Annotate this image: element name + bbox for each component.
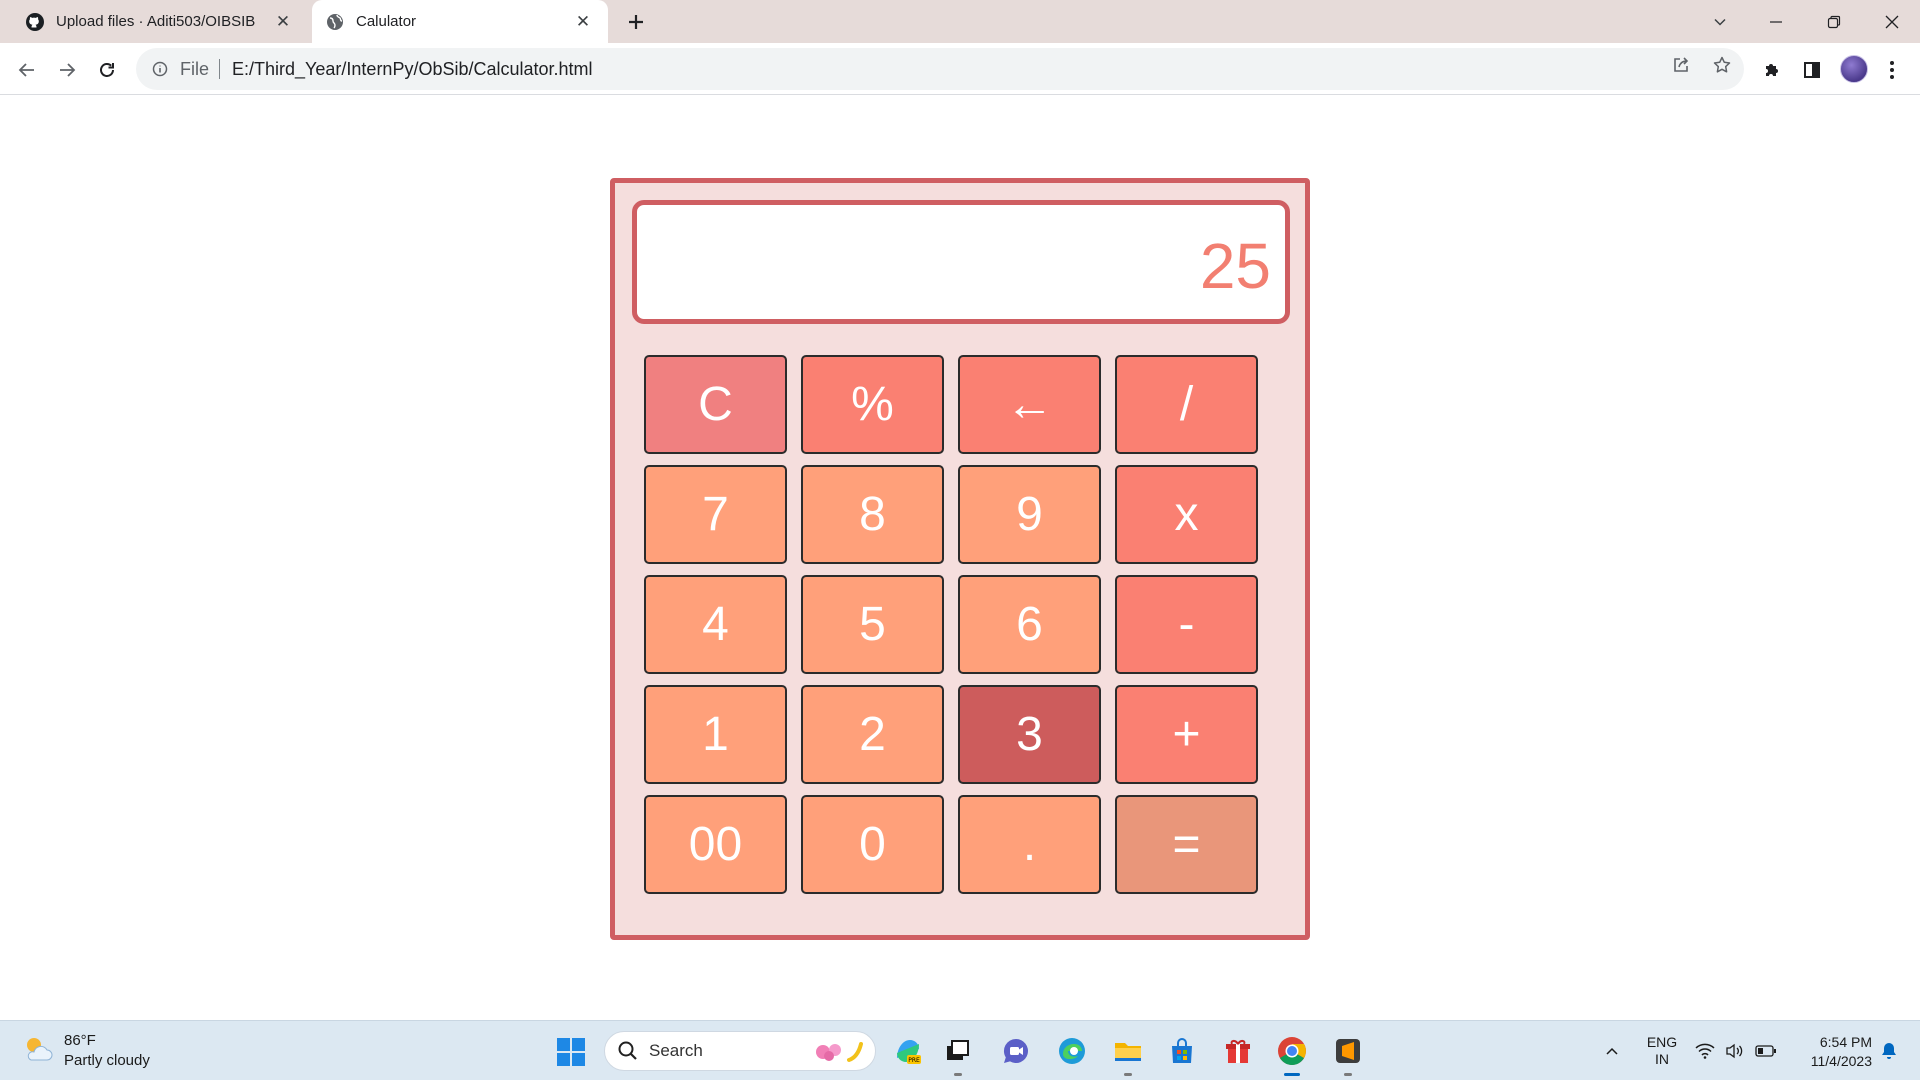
wifi-icon[interactable] — [1692, 1021, 1718, 1080]
microsoft-store-icon[interactable] — [1164, 1033, 1200, 1069]
search-placeholder: Search — [649, 1041, 703, 1060]
menu-kebab-icon[interactable] — [1880, 58, 1904, 82]
partly-cloudy-icon — [22, 1034, 54, 1069]
divide-button[interactable]: / — [1115, 355, 1258, 454]
back-button[interactable] — [12, 55, 42, 85]
svg-text:PRE: PRE — [908, 1057, 920, 1064]
info-icon[interactable] — [150, 59, 170, 79]
github-icon — [24, 11, 46, 33]
bookmark-star-icon[interactable] — [1711, 54, 1733, 76]
side-panel-icon[interactable] — [1800, 58, 1824, 82]
percent-button[interactable]: % — [801, 355, 944, 454]
battery-icon[interactable] — [1752, 1021, 1780, 1080]
running-indicator — [1124, 1073, 1132, 1076]
extensions-puzzle-icon[interactable] — [1760, 58, 1784, 82]
reload-button[interactable] — [92, 55, 122, 85]
display-value: 25 — [1199, 230, 1271, 302]
weather-condition: Partly cloudy — [64, 1052, 150, 1069]
windows-taskbar: 86°F Partly cloudy Search PRE ENG IN 6:5… — [0, 1020, 1920, 1080]
system-clock[interactable]: 6:54 PM 11/4/2023 — [1790, 1033, 1872, 1071]
language-code: ENG — [1646, 1034, 1678, 1050]
calculator: 25 C % ← / 7 8 9 x 4 5 6 - 1 2 3 + 00 0 … — [610, 178, 1310, 940]
address-separator — [219, 59, 221, 79]
tab-title: Upload files · Aditi503/OIBSIB — [56, 13, 256, 30]
globe-icon — [324, 11, 346, 33]
running-indicator — [954, 1073, 962, 1076]
minimize-button[interactable] — [1748, 0, 1804, 43]
input-language-indicator[interactable]: ENG IN — [1640, 1021, 1684, 1080]
share-icon[interactable] — [1670, 54, 1692, 76]
teams-chat-icon[interactable] — [998, 1033, 1034, 1069]
search-icon — [617, 1040, 639, 1062]
tab-strip: Upload files · Aditi503/OIBSIB ✕ Calulat… — [0, 0, 1920, 43]
forward-button[interactable] — [52, 55, 82, 85]
taskbar-search-box[interactable]: Search — [604, 1031, 876, 1071]
volume-icon[interactable] — [1722, 1021, 1748, 1080]
calculator-display: 25 — [632, 200, 1290, 324]
digit-3-button[interactable]: 3 — [958, 685, 1101, 784]
tab-search-chevron-icon[interactable] — [1692, 0, 1748, 43]
weather-temp: 86°F — [64, 1032, 96, 1049]
close-tab-icon[interactable]: ✕ — [272, 11, 294, 33]
notification-bell-icon[interactable] — [1876, 1021, 1902, 1080]
tab-calculator[interactable]: Calulator ✕ — [312, 0, 608, 43]
gift-app-icon[interactable] — [1220, 1033, 1256, 1069]
page-content: 25 C % ← / 7 8 9 x 4 5 6 - 1 2 3 + 00 0 … — [0, 96, 1920, 1020]
running-indicator — [1344, 1073, 1352, 1076]
backspace-button[interactable]: ← — [958, 355, 1101, 454]
browser-toolbar: File E:/Third_Year/InternPy/ObSib/Calcul… — [0, 43, 1920, 95]
copilot-preview-icon[interactable]: PRE — [890, 1033, 926, 1069]
address-bar[interactable]: File E:/Third_Year/InternPy/ObSib/Calcul… — [136, 48, 1744, 90]
digit-0-button[interactable]: 0 — [801, 795, 944, 894]
digit-7-button[interactable]: 7 — [644, 465, 787, 564]
equals-button[interactable]: = — [1115, 795, 1258, 894]
url-text[interactable]: E:/Third_Year/InternPy/ObSib/Calculator.… — [232, 59, 1744, 80]
active-indicator — [1284, 1073, 1300, 1076]
scheme-label: File — [180, 58, 210, 79]
weather-widget[interactable]: 86°F Partly cloudy — [22, 1031, 150, 1071]
search-highlight-flowers-icon — [811, 1040, 867, 1069]
profile-avatar[interactable] — [1840, 55, 1868, 83]
tab-upload-files[interactable]: Upload files · Aditi503/OIBSIB ✕ — [0, 0, 308, 43]
file-explorer-icon[interactable] — [1110, 1033, 1146, 1076]
digit-8-button[interactable]: 8 — [801, 465, 944, 564]
windows-start-icon[interactable] — [556, 1037, 586, 1067]
multiply-button[interactable]: x — [1115, 465, 1258, 564]
clock-time: 6:54 PM — [1819, 1034, 1872, 1050]
add-button[interactable]: + — [1115, 685, 1258, 784]
subtract-button[interactable]: - — [1115, 575, 1258, 674]
digit-5-button[interactable]: 5 — [801, 575, 944, 674]
close-tab-icon[interactable]: ✕ — [572, 11, 594, 33]
digit-6-button[interactable]: 6 — [958, 575, 1101, 674]
restore-button[interactable] — [1806, 0, 1862, 43]
clock-date: 11/4/2023 — [1810, 1053, 1872, 1069]
double-zero-button[interactable]: 00 — [644, 795, 787, 894]
region-code: IN — [1655, 1051, 1669, 1067]
digit-9-button[interactable]: 9 — [958, 465, 1101, 564]
task-view-icon[interactable] — [940, 1033, 976, 1076]
decimal-point-button[interactable]: . — [958, 795, 1101, 894]
digit-2-button[interactable]: 2 — [801, 685, 944, 784]
tab-title: Calulator — [356, 13, 417, 30]
chrome-browser-icon[interactable] — [1274, 1033, 1310, 1076]
digit-4-button[interactable]: 4 — [644, 575, 787, 674]
show-hidden-icons-chevron-icon[interactable] — [1600, 1021, 1624, 1080]
digit-1-button[interactable]: 1 — [644, 685, 787, 784]
new-tab-button[interactable] — [622, 8, 650, 36]
clear-button[interactable]: C — [644, 355, 787, 454]
close-window-button[interactable] — [1864, 0, 1920, 43]
sublime-text-icon[interactable] — [1330, 1033, 1366, 1076]
edge-browser-icon[interactable] — [1054, 1033, 1090, 1069]
